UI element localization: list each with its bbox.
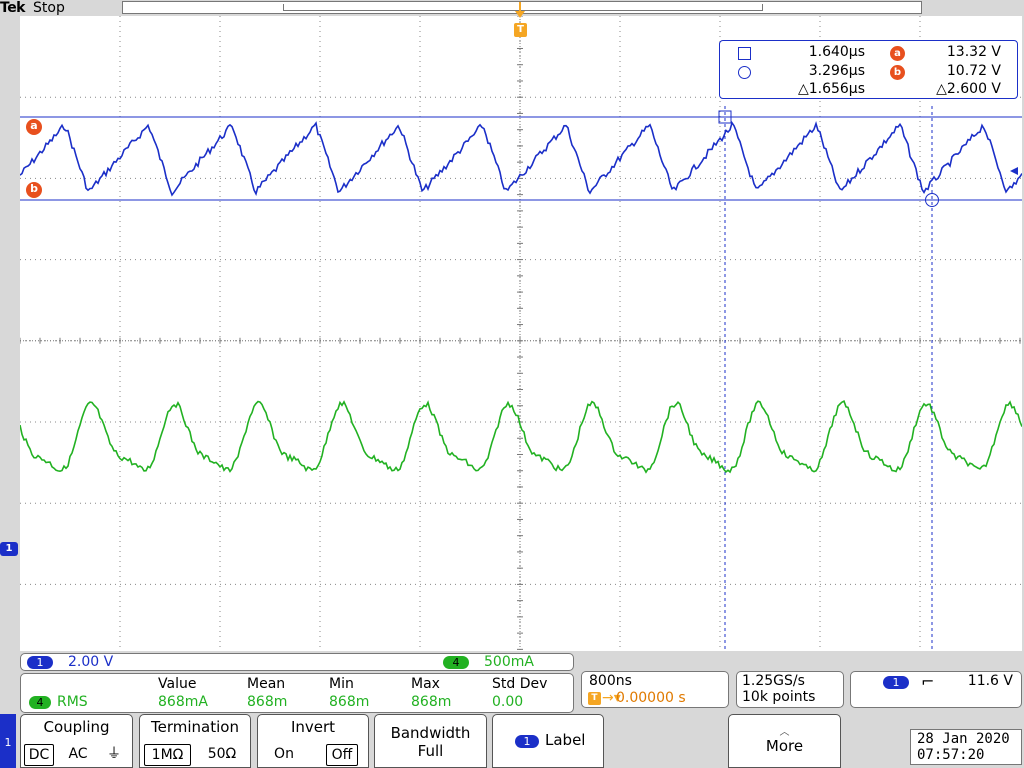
termination-title: Termination (151, 718, 239, 736)
invert-menu[interactable]: Invert On Off (257, 714, 369, 768)
cursor-row-2: 3.296µs b 10.72 V (720, 63, 1017, 81)
falling-edge-icon: ⌐ (921, 672, 935, 691)
square-cursor-icon (738, 47, 751, 60)
invert-title: Invert (290, 718, 336, 736)
date: 28 Jan 2020 (917, 731, 1010, 747)
ch4-badge[interactable]: 4 (443, 656, 469, 669)
trigger-position-marker[interactable]: T (514, 23, 527, 37)
cursor-row-1: 1.640µs a 13.32 V (720, 44, 1017, 62)
time-per-division: 800ns (589, 673, 632, 689)
record-length: 10k points (742, 689, 816, 705)
trigger-panel[interactable]: 1 ⌐ 11.6 V (850, 671, 1022, 708)
trigger-level: 11.6 V (967, 673, 1013, 689)
channel-scale-bar: 1 2.00 V 4 500mA (20, 653, 574, 671)
termination-1mohm-option[interactable]: 1MΩ (144, 744, 191, 766)
coupling-ac-option[interactable]: AC (64, 744, 92, 766)
coupling-menu[interactable]: Coupling DC AC ⏚ (20, 714, 133, 768)
invert-off-option[interactable]: Off (326, 744, 358, 766)
cursor-readout: 1.640µs a 13.32 V 3.296µs b 10.72 V △1.6… (719, 40, 1018, 99)
cursor-delta-time: △1.656µs (797, 81, 865, 97)
time: 07:57:20 (917, 747, 985, 763)
measurement-header: Max (411, 676, 440, 692)
chevron-up-icon: ︿ (779, 727, 790, 738)
brand-logo: Tek (0, 0, 26, 16)
sample-rate: 1.25GS/s (742, 673, 805, 689)
circle-cursor-icon (738, 66, 751, 79)
ch1-ground-marker[interactable]: 1 (0, 542, 18, 556)
bandwidth-value: Full (417, 742, 444, 760)
cursor-b-marker[interactable]: b (26, 182, 42, 198)
termination-50ohm-option[interactable]: 50Ω (202, 744, 242, 766)
measurement-value: 868m (247, 694, 288, 710)
datetime-display: 28 Jan 2020 07:57:20 (910, 729, 1022, 765)
measurement-channel-badge: 4 (29, 696, 51, 709)
cursor-a-icon: a (890, 46, 905, 61)
invert-on-option[interactable]: On (268, 744, 300, 766)
trigger-badge: T (588, 692, 601, 705)
cursor-1-time: 1.640µs (808, 44, 865, 60)
trigger-position-arrow[interactable] (514, 2, 526, 22)
status-bar: Tek Stop (0, 0, 1024, 16)
cursor-2-time: 3.296µs (808, 63, 865, 79)
coupling-ground-option[interactable]: ⏚ (101, 744, 127, 766)
more-menu[interactable]: ︿ More (728, 714, 841, 768)
measurement-value: 0.00 (492, 694, 524, 710)
label-channel-badge: 1 (515, 735, 539, 748)
cursor-row-delta: △1.656µs △2.600 V (720, 81, 1017, 99)
measurement-header: Value (158, 676, 197, 692)
timebase-panel[interactable]: 800ns T →▾ 0.00000 s (581, 671, 729, 708)
trigger-source-badge: 1 (883, 676, 909, 689)
oscilloscope-screen: Tek Stop T a b 1 1 1.640µs a 13.32 V 3.2… (0, 0, 1024, 768)
ch1-scale[interactable]: 2.00 V (68, 654, 113, 670)
cursor-a-value: 13.32 V (946, 44, 1001, 60)
cursor-delta-value: △2.600 V (936, 81, 1001, 97)
measurement-header: Mean (247, 676, 286, 692)
measurement-value: 868mA (158, 694, 208, 710)
run-state: Stop (33, 0, 65, 16)
more-title: More (765, 737, 804, 755)
measurement-value: 868m (329, 694, 370, 710)
bandwidth-menu[interactable]: Bandwidth Full (374, 714, 487, 768)
measurement-value: 868m (411, 694, 452, 710)
measurement-header: Std Dev (492, 676, 548, 692)
cursor-b-icon: b (890, 65, 905, 80)
label-menu[interactable]: 1 Label (492, 714, 604, 768)
measurement-header: Min (329, 676, 354, 692)
termination-menu[interactable]: Termination 1MΩ 50Ω (139, 714, 251, 768)
bandwidth-title: Bandwidth (390, 724, 471, 742)
ch1-waveform (20, 120, 1022, 197)
measurement-panel[interactable]: 4 RMS Value Mean Min Max Std Dev 868mA 8… (20, 673, 574, 713)
label-title: Label (545, 731, 586, 749)
ch1-badge[interactable]: 1 (27, 656, 53, 669)
graticule[interactable] (20, 16, 1022, 651)
ch4-waveform (20, 399, 1022, 474)
trigger-position: 0.00000 s (616, 690, 686, 706)
ch4-scale[interactable]: 500mA (484, 654, 534, 670)
coupling-dc-option[interactable]: DC (24, 744, 54, 766)
coupling-title: Coupling (43, 718, 110, 736)
cursor-a-marker[interactable]: a (26, 119, 42, 135)
measurement-type: RMS (57, 694, 88, 710)
ch1-offscreen-arrow (1010, 167, 1018, 175)
cursor-b-value: 10.72 V (946, 63, 1001, 79)
menu-channel-indicator: 1 (0, 714, 16, 768)
waveform-display (20, 16, 1022, 651)
acquisition-panel[interactable]: 1.25GS/s 10k points (736, 671, 844, 708)
